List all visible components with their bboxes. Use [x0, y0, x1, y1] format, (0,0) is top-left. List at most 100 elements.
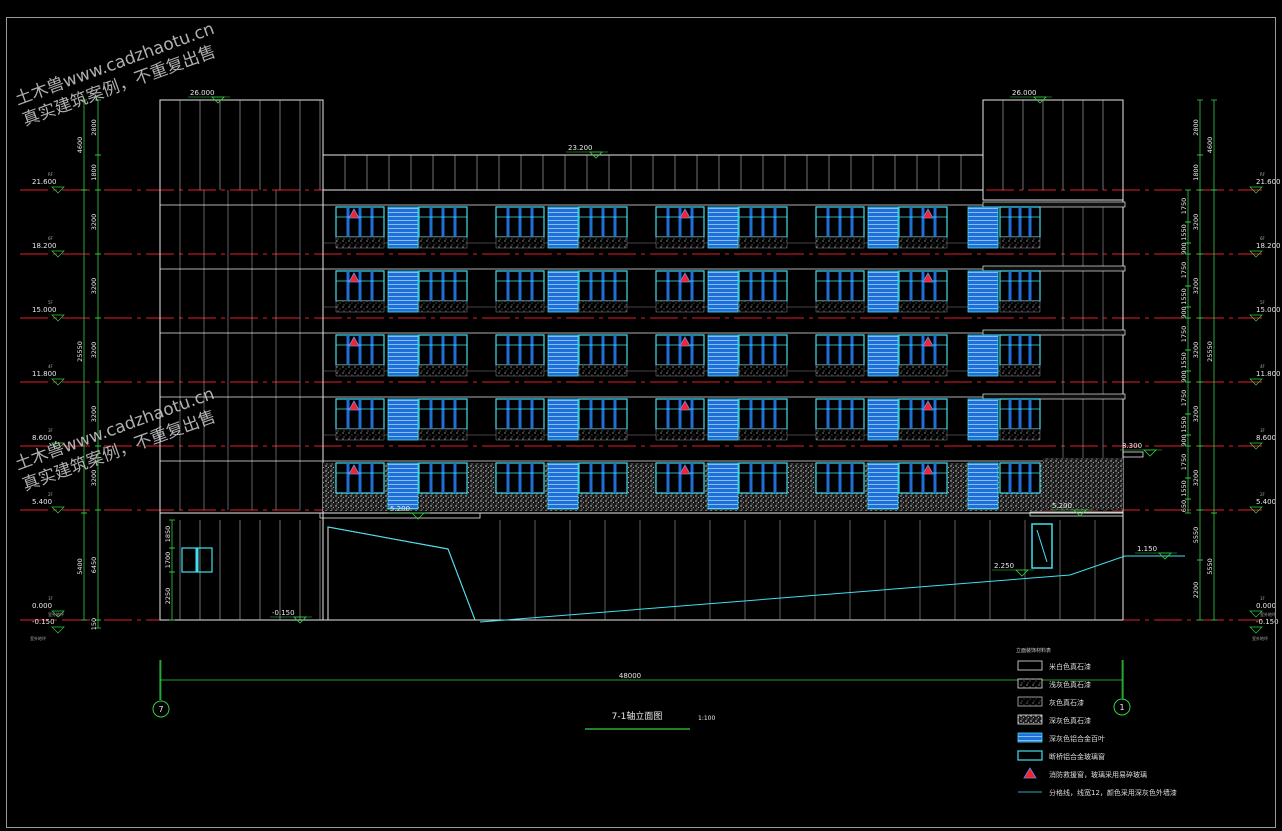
window-unit	[738, 398, 788, 441]
dim-right-a-value: 5550	[1192, 527, 1200, 544]
louver-panel	[867, 462, 899, 510]
louver-panel	[967, 398, 999, 441]
elev-left-f6: 18.200	[32, 242, 57, 250]
louver-panel	[387, 398, 419, 441]
legend-label: 分格线，线宽12，颜色采用深灰色外墙漆	[1049, 788, 1177, 797]
left-tower-outline	[159, 99, 324, 621]
louver-panel	[707, 334, 739, 377]
window-unit	[815, 334, 865, 377]
dim-right-a-value: 3200	[1192, 278, 1200, 295]
right-door-swing	[1036, 529, 1048, 563]
dim-left-c-value: 1850	[164, 526, 172, 543]
axis-label-left: 7	[158, 705, 163, 714]
elev-canopy-left-label: 5.200	[390, 505, 410, 513]
window-spandrel	[738, 300, 788, 313]
ground-tag-left: 室外地坪	[30, 635, 46, 641]
tag-right-f1: 1F	[1260, 596, 1266, 601]
window-unit	[655, 398, 705, 441]
elev-ramp-low-label: -0.150	[272, 609, 295, 617]
elev-left-f5: 15.000	[32, 306, 57, 314]
elev-ramp-mid-marker	[1015, 569, 1029, 577]
dim-left-a-value: 150	[90, 618, 98, 630]
dim-right-c-value: 900	[1180, 434, 1188, 446]
tag-right-f4: 4F	[1260, 364, 1266, 369]
window-unit	[655, 462, 705, 494]
elev-ramp-high-label: 1.150	[1137, 545, 1157, 553]
window-unit	[738, 206, 788, 249]
elev-right-f6: 18.200	[1256, 242, 1281, 250]
elev-ramp-mid-label: 2.250	[994, 562, 1014, 570]
elev-right-f2: 5.400	[1256, 498, 1276, 506]
window-unit	[495, 462, 545, 494]
window-unit	[418, 398, 468, 441]
legend-label: 消防救援窗，玻璃采用易碎玻璃	[1049, 770, 1147, 779]
slab-edge	[982, 393, 1126, 400]
dim-left-a-value: 3200	[90, 214, 98, 231]
slab-edge	[982, 265, 1126, 272]
elev-right-marker	[1249, 626, 1263, 634]
elev-right-f5: 15.000	[1256, 306, 1281, 314]
window-spandrel	[898, 364, 948, 377]
window-spandrel	[335, 300, 385, 313]
legend-label: 灰色真石漆	[1049, 698, 1084, 707]
window-unit	[418, 270, 468, 313]
window-unit	[335, 270, 385, 313]
dim-right-a-value: 3200	[1192, 470, 1200, 487]
window-unit	[898, 398, 948, 441]
window-spandrel	[418, 364, 468, 377]
louver-panel	[967, 334, 999, 377]
dim-right-a-value: 3200	[1192, 406, 1200, 423]
dim-left-c-value: 2250	[164, 588, 172, 605]
tag-right-f3: 3F	[1260, 428, 1266, 433]
dim-left-a-value: 2800	[90, 119, 98, 136]
window-unit	[335, 206, 385, 249]
louver-panel	[387, 462, 419, 510]
window-spandrel	[999, 364, 1041, 377]
window-spandrel	[898, 428, 948, 441]
window-unit	[738, 462, 788, 494]
elev-right-ground: -0.150	[1256, 618, 1279, 626]
window-spandrel	[578, 428, 628, 441]
dim-left-b-value: 25550	[76, 341, 84, 362]
legend-label: 浅灰色真石漆	[1049, 680, 1091, 689]
window-unit	[418, 334, 468, 377]
window-spandrel	[738, 428, 788, 441]
dim-right-a-value: 3200	[1192, 214, 1200, 231]
window-unit	[495, 206, 545, 249]
dim-right-a-value: 2200	[1192, 582, 1200, 599]
tag-left-f5: 5F	[48, 300, 54, 305]
dim-left-a-value: 3200	[90, 406, 98, 423]
window-spandrel	[815, 364, 865, 377]
legend-label: 断桥铝合金玻璃窗	[1049, 752, 1105, 761]
window-spandrel	[418, 428, 468, 441]
window-unit	[898, 206, 948, 249]
elev-left-f1: 0.000	[32, 602, 52, 610]
window-spandrel	[578, 300, 628, 313]
dim-right-c-value: 1550	[1180, 480, 1188, 497]
louver-panel	[967, 462, 999, 510]
dim-right-a-value: 2800	[1192, 119, 1200, 136]
elev-left-f2: 5.400	[32, 498, 52, 506]
site-slope-line	[479, 555, 1185, 623]
dim-left-a-value: 1800	[90, 164, 98, 181]
louver-panel	[547, 270, 579, 313]
slab-edge	[982, 201, 1126, 208]
elev-step-marker	[1143, 449, 1157, 457]
dim-left-a-value: 3200	[90, 342, 98, 359]
dim-right-c-value: 1750	[1180, 390, 1188, 407]
window-unit	[898, 462, 948, 494]
dim-right-b-value: 5550	[1206, 558, 1214, 575]
window-unit	[815, 462, 865, 494]
window-unit	[495, 334, 545, 377]
canopy-left	[319, 512, 481, 519]
window-spandrel	[495, 428, 545, 441]
window-spandrel	[335, 364, 385, 377]
elev-right-f1: 0.000	[1256, 602, 1276, 610]
elev-left-marker	[51, 626, 65, 634]
window-spandrel	[335, 236, 385, 249]
elev-left-ground: -0.150	[32, 618, 55, 626]
window-unit	[655, 334, 705, 377]
legend-swatch-speckle2	[1017, 696, 1043, 707]
overall-dim-value: 48000	[619, 672, 641, 680]
louver-panel	[387, 206, 419, 249]
